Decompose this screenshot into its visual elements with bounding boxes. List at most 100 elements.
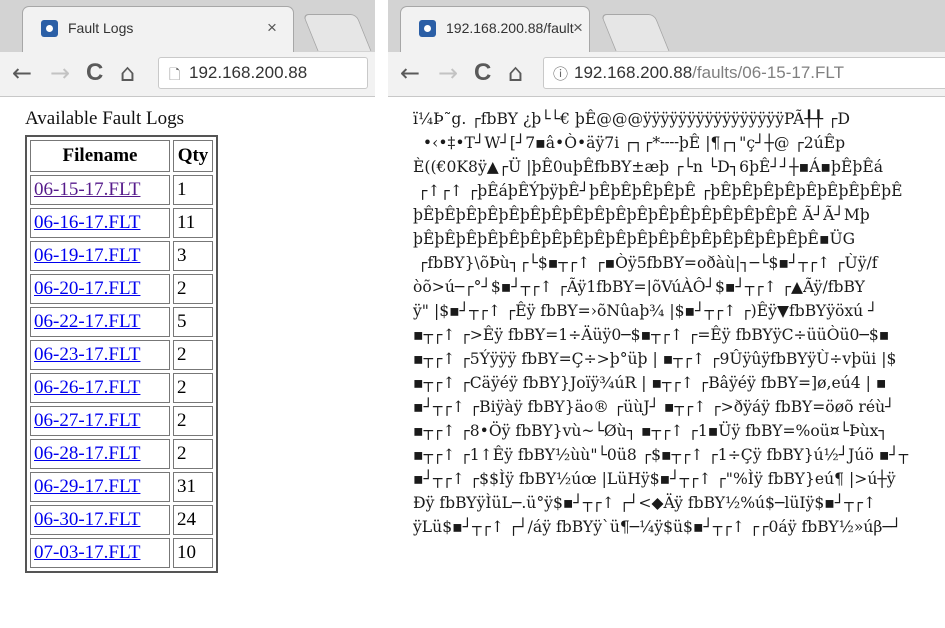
home-icon[interactable]: ⌂ — [120, 59, 135, 87]
binary-text-line: ▪┬┌↑ ┌1↑Êÿ fbBY½ùù"└0ü8 ┌$▪┬┌↑ ┌1÷Çÿ fbB… — [413, 446, 909, 464]
reload-icon[interactable]: C — [474, 59, 491, 87]
qty-cell: 31 — [173, 472, 213, 502]
binary-text-line: ▪┬┌↑ ┌8•Öÿ fbBY}vù~└Øù┐ ▪┬┌↑ ┌1▪Üÿ fbBY=… — [413, 422, 888, 440]
tab-strip: 192.168.200.88/faults/06 × — [388, 0, 945, 52]
table-row: 06-30-17.FLT 24 — [30, 505, 213, 535]
page-heading: Available Fault Logs — [25, 108, 185, 129]
back-arrow-icon[interactable]: ← — [12, 59, 32, 87]
qty-cell: 11 — [173, 208, 213, 238]
tab-fault-logs[interactable]: Fault Logs × — [22, 6, 294, 52]
tab-close-icon[interactable]: × — [267, 18, 277, 38]
table-row: 06-28-17.FLT 2 — [30, 439, 213, 469]
filename-cell: 07-03-17.FLT — [30, 538, 170, 568]
address-bar[interactable]: 🗋 192.168.200.88 — [158, 57, 368, 89]
binary-text-line: ▪┬┌↑ ┌Cäÿéÿ fbBY}Joïÿ¾úR | ▪┬┌↑ ┌Bâÿéÿ f… — [413, 374, 887, 392]
site-favicon-icon — [41, 20, 58, 37]
binary-text-line: ▪┘┬┌↑ ┌Biÿàÿ fbBY}äo® ┌üùJ┘ ▪┬┌↑ ┌>ðÿáÿ … — [413, 398, 895, 416]
site-favicon-icon — [419, 20, 436, 37]
new-tab-button[interactable] — [600, 14, 670, 51]
address-bar[interactable]: ⓘ 192.168.200.88/faults/06-15-17.FLT — [543, 57, 945, 89]
qty-cell: 24 — [173, 505, 213, 535]
browser-window-fault-logs: Fault Logs × ← → C ⌂ 🗋 192.168.200.88 Av… — [0, 0, 375, 628]
forward-arrow-icon[interactable]: → — [438, 59, 458, 87]
address-host: 192.168.200.88 — [574, 63, 693, 82]
page-content: ï¼Þ˜g. ┌fbBY ¿þ└└€ þÊ@@@ÿÿÿÿÿÿÿÿÿÿÿÿÿÿÿÿ… — [388, 97, 945, 628]
tab-title: Fault Logs — [68, 20, 134, 36]
filename-cell: 06-29-17.FLT — [30, 472, 170, 502]
page-content: Available Fault Logs Filename Qty 06-15-… — [0, 97, 375, 628]
binary-text-line: þÊþÊþÊþÊþÊþÊþÊþÊþÊþÊþÊþÊþÊþÊþÊþÊþÊþÊþÊ▪Ü… — [413, 230, 856, 248]
qty-cell: 10 — [173, 538, 213, 568]
browser-toolbar: ← → C ⌂ 🗋 192.168.200.88 — [0, 52, 375, 97]
fault-log-link[interactable]: 07-03-17.FLT — [34, 542, 140, 563]
binary-text-line: ┌↑┌↑ ┌þÊáþÊÝþÿþÊ┘þÊþÊþÊþÊþÊ ┌þÊþÊþÊþÊþÊþ… — [413, 182, 903, 200]
binary-text-line: È((€0K8ÿ▲┌Ü |þÊ0uþÊfbBY±æþ ┌└n └D┐6þÊ┘┘┼… — [413, 158, 884, 176]
table-row: 06-23-17.FLT 2 — [30, 340, 213, 370]
binary-text-line: ÿ" |$▪┘┬┌↑ ┌Êÿ fbBY=›õNûaþ¾ |$▪┘┬┌↑ ┌)Êÿ… — [413, 302, 878, 320]
info-icon: ⓘ — [553, 65, 569, 83]
filename-cell: 06-22-17.FLT — [30, 307, 170, 337]
back-arrow-icon[interactable]: ← — [400, 59, 420, 87]
filename-cell: 06-15-17.FLT — [30, 175, 170, 205]
table-row: 06-15-17.FLT 1 — [30, 175, 213, 205]
table-row: 07-03-17.FLT 10 — [30, 538, 213, 568]
column-header-filename: Filename — [30, 140, 170, 172]
fault-log-link[interactable]: 06-20-17.FLT — [34, 278, 140, 299]
fault-log-link[interactable]: 06-22-17.FLT — [34, 311, 140, 332]
fault-log-link[interactable]: 06-19-17.FLT — [34, 245, 140, 266]
fault-log-link[interactable]: 06-16-17.FLT — [34, 212, 140, 233]
fault-log-link[interactable]: 06-15-17.FLT — [34, 179, 140, 200]
tab-strip: Fault Logs × — [0, 0, 375, 52]
browser-toolbar: ← → C ⌂ ⓘ 192.168.200.88/faults/06-15-17… — [388, 52, 945, 97]
binary-text-line: ▪┬┌↑ ┌5Ýÿÿÿ fbBY=Ç÷>þ°üþ | ▪┬┌↑ ┌9Ûÿûÿfb… — [413, 350, 897, 368]
binary-text-line: ï¼Þ˜g. ┌fbBY ¿þ└└€ þÊ@@@ÿÿÿÿÿÿÿÿÿÿÿÿÿÿÿÿ… — [413, 110, 850, 128]
filename-cell: 06-23-17.FLT — [30, 340, 170, 370]
column-header-qty: Qty — [173, 140, 213, 172]
fault-log-link[interactable]: 06-30-17.FLT — [34, 509, 140, 530]
qty-cell: 2 — [173, 406, 213, 436]
table-row: 06-29-17.FLT 31 — [30, 472, 213, 502]
qty-cell: 2 — [173, 340, 213, 370]
binary-text-line: Ðÿ fbBYÿÌüL─.ü°ÿ$▪┘┬┌↑ ┌┘<◆Äÿ fbBY½%ú$─l… — [413, 494, 877, 512]
fault-log-link[interactable]: 06-23-17.FLT — [34, 344, 140, 365]
forward-arrow-icon[interactable]: → — [50, 59, 70, 87]
fault-log-link[interactable]: 06-26-17.FLT — [34, 377, 140, 398]
binary-text-line: þÊþÊþÊþÊþÊþÊþÊþÊþÊþÊþÊþÊþÊþÊþÊþÊþÊþÊ Ã┘Ã… — [413, 206, 870, 224]
fault-log-table: Filename Qty 06-15-17.FLT 1 06-16-17.FLT 11… — [25, 135, 218, 573]
binary-text-line: ▪┬┌↑ ┌>Êÿ fbBY=1÷Äüÿ0─$▪┬┌↑ ┌=Êÿ fbBYÿC÷… — [413, 326, 890, 344]
tab-close-icon[interactable]: × — [573, 18, 583, 38]
table-header-row: Filename Qty — [30, 140, 213, 172]
fault-log-link[interactable]: 06-28-17.FLT — [34, 443, 140, 464]
qty-cell: 2 — [173, 439, 213, 469]
table-row: 06-26-17.FLT 2 — [30, 373, 213, 403]
binary-file-content: ï¼Þ˜g. ┌fbBY ¿þ└└€ þÊ@@@ÿÿÿÿÿÿÿÿÿÿÿÿÿÿÿÿ… — [413, 107, 945, 539]
binary-text-line: ▪┘┬┌↑ ┌$$Ìÿ fbBY½úœ |LüHÿ$▪┘┬┌↑ ┌"%Ìÿ fb… — [413, 470, 896, 488]
binary-text-line: òõ>ú─┌°┘$▪┘┬┌↑ ┌Ãÿ1fbBY=|õVúÀÔ┘$▪┘┬┌↑ ┌▲… — [413, 278, 865, 296]
filename-cell: 06-20-17.FLT — [30, 274, 170, 304]
table-row: 06-19-17.FLT 3 — [30, 241, 213, 271]
address-url: 192.168.200.88/faults/06-15-17.FLT — [574, 63, 844, 83]
home-icon[interactable]: ⌂ — [508, 59, 523, 87]
filename-cell: 06-27-17.FLT — [30, 406, 170, 436]
filename-cell: 06-16-17.FLT — [30, 208, 170, 238]
table-row: 06-27-17.FLT 2 — [30, 406, 213, 436]
fault-log-link[interactable]: 06-29-17.FLT — [34, 476, 140, 497]
filename-cell: 06-30-17.FLT — [30, 505, 170, 535]
qty-cell: 3 — [173, 241, 213, 271]
address-url: 192.168.200.88 — [189, 63, 308, 82]
table-row: 06-16-17.FLT 11 — [30, 208, 213, 238]
filename-cell: 06-26-17.FLT — [30, 373, 170, 403]
page-icon: 🗋 — [169, 67, 181, 83]
filename-cell: 06-28-17.FLT — [30, 439, 170, 469]
address-path: /faults/06-15-17.FLT — [692, 63, 844, 82]
tab-fault-file[interactable]: 192.168.200.88/faults/06 × — [400, 6, 590, 52]
new-tab-button[interactable] — [302, 14, 372, 51]
qty-cell: 1 — [173, 175, 213, 205]
fault-log-link[interactable]: 06-27-17.FLT — [34, 410, 140, 431]
binary-text-line: ┌fbBY}\õÞù┐┌└$▪┬┌↑ ┌▪Òÿ5fbBY=oðàù|┐─└$▪┘… — [413, 254, 878, 272]
reload-icon[interactable]: C — [86, 59, 103, 87]
binary-text-line: ÿLü$▪┘┬┌↑ ┌┘/áÿ fbBYÿ`ü¶─¼ÿ$ü$▪┘┬┌↑ ┌┌0á… — [413, 518, 902, 536]
table-row: 06-20-17.FLT 2 — [30, 274, 213, 304]
qty-cell: 2 — [173, 274, 213, 304]
qty-cell: 2 — [173, 373, 213, 403]
